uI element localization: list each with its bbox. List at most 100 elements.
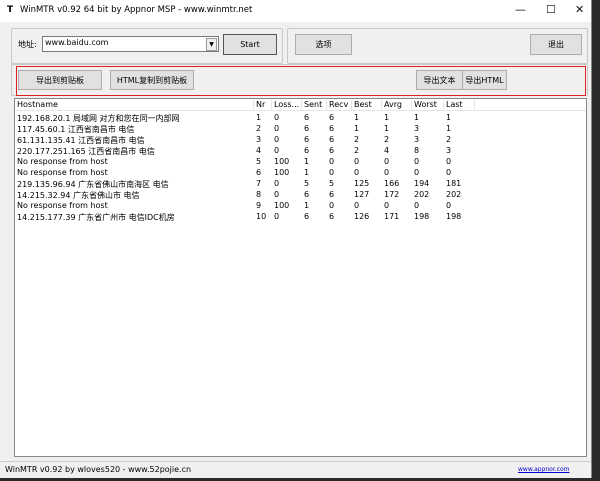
table-row[interactable]: 14.215.177.39 广东省广州市 电信IDC机房 10 0 6 6 126 171 1… (15, 211, 586, 222)
table-cell: 2 (446, 135, 452, 144)
highlight-box (16, 66, 586, 96)
table-cell: 8 (414, 146, 420, 155)
table-cell: 6 (329, 135, 335, 144)
table-cell: 6 (329, 124, 335, 133)
table-cell: 6 (304, 190, 310, 199)
table-cell: 1 (256, 113, 262, 122)
table-row[interactable]: 192.168.20.1 局域网 对方和您在同一内部网 1 0 6 6 1 1 1 1 (15, 112, 586, 123)
table-row[interactable]: No response from host 5 100 1 0 0 0 0 0 (15, 156, 586, 167)
table-cell: 3 (446, 146, 452, 155)
table-cell: 1 (384, 124, 390, 133)
table-cell: 0 (446, 168, 452, 177)
table-cell: 0 (274, 212, 280, 221)
table-cell: 6 (329, 212, 335, 221)
column-header-last[interactable]: Last (444, 100, 475, 110)
table-row[interactable]: No response from host 6 100 1 0 0 0 0 0 (15, 167, 586, 178)
table-cell: 0 (329, 157, 335, 166)
chevron-down-icon[interactable]: ▼ (206, 38, 217, 51)
exit-button[interactable]: 退出 (530, 34, 582, 55)
table-cell: 1 (304, 201, 310, 210)
column-header-worst[interactable]: Worst (412, 100, 444, 110)
table-cell: 2 (256, 124, 262, 133)
table-cell: 0 (446, 201, 452, 210)
table-cell: 0 (274, 179, 280, 188)
table-cell: 202 (414, 190, 430, 199)
table-cell: 171 (384, 212, 400, 221)
table-cell: 0 (414, 168, 420, 177)
column-header-loss[interactable]: Loss... (272, 100, 302, 110)
table-cell: 6 (304, 146, 310, 155)
status-text: WinMTR v0.92 by wloves520 - www.52pojie.… (5, 465, 192, 474)
table-cell: 1 (384, 113, 390, 122)
table-cell: 0 (274, 146, 280, 155)
minimize-button[interactable]: — (515, 3, 526, 16)
table-cell: 5 (256, 157, 262, 166)
table-cell: 6 (304, 212, 310, 221)
table-row[interactable]: 14.215.32.94 广东省佛山市 电信 8 0 6 6 127 172 202 202 (15, 189, 586, 200)
table-row[interactable]: 220.177.251.165 江西省南昌市 电信 4 0 6 6 2 4 8 3 (15, 145, 586, 156)
table-cell: 2 (354, 135, 360, 144)
table-cell: 0 (274, 124, 280, 133)
table-cell: 0 (274, 135, 280, 144)
close-button[interactable]: ✕ (575, 3, 584, 16)
table-cell: 4 (384, 146, 390, 155)
table-cell: 8 (256, 190, 262, 199)
trace-table[interactable]: Hostname Nr Loss... Sent Recv Best Avrg Worst La… (14, 98, 587, 457)
table-cell: No response from host (17, 157, 108, 166)
table-cell: 1 (304, 157, 310, 166)
table-cell: No response from host (17, 168, 108, 177)
appnor-link[interactable]: www.appnor.com (518, 466, 569, 473)
table-cell: 202 (446, 190, 462, 199)
table-cell: 1 (414, 113, 420, 122)
table-row[interactable]: No response from host 9 100 1 0 0 0 0 0 (15, 200, 586, 211)
column-header-sent[interactable]: Sent (302, 100, 327, 110)
table-cell: 0 (354, 157, 360, 166)
table-cell: 100 (274, 201, 290, 210)
table-cell: 6 (304, 124, 310, 133)
table-cell: 0 (329, 168, 335, 177)
app-icon: T (7, 5, 14, 15)
table-cell: 2 (384, 135, 390, 144)
table-cell: 6 (329, 190, 335, 199)
table-cell: 6 (304, 113, 310, 122)
table-cell: No response from host (17, 201, 108, 210)
address-combobox[interactable]: www.baidu.com ▼ (42, 36, 219, 52)
table-cell: 1 (354, 124, 360, 133)
table-cell: 7 (256, 179, 262, 188)
table-cell: 5 (304, 179, 310, 188)
table-cell: 0 (384, 201, 390, 210)
table-cell: 126 (354, 212, 370, 221)
table-header: Hostname Nr Loss... Sent Recv Best Avrg Worst La… (15, 99, 586, 111)
table-cell: 198 (446, 212, 462, 221)
table-cell: 6 (329, 146, 335, 155)
table-row[interactable]: 117.45.60.1 江西省南昌市 电信 2 0 6 6 1 1 3 1 (15, 123, 586, 134)
table-cell: 0 (274, 190, 280, 199)
table-cell: 0 (329, 201, 335, 210)
table-row[interactable]: 219.135.96.94 广东省佛山市南海区 电信 7 0 5 5 125 166 194 1… (15, 178, 586, 189)
table-cell: 0 (354, 201, 360, 210)
table-cell: 100 (274, 168, 290, 177)
table-cell: 0 (384, 168, 390, 177)
table-cell: 198 (414, 212, 430, 221)
table-cell: 166 (384, 179, 400, 188)
table-row[interactable]: 61.131.135.41 江西省南昌市 电信 3 0 6 6 2 2 3 2 (15, 134, 586, 145)
options-button[interactable]: 选项 (295, 34, 352, 55)
window-title: WinMTR v0.92 64 bit by Appnor MSP - www.… (20, 5, 253, 15)
table-cell: 0 (414, 201, 420, 210)
column-header-recv[interactable]: Recv (327, 100, 352, 110)
maximize-button[interactable]: ☐ (546, 3, 556, 16)
table-cell: 6 (329, 113, 335, 122)
column-header-nr[interactable]: Nr (254, 100, 272, 110)
table-cell: 9 (256, 201, 262, 210)
start-button[interactable]: Start (223, 34, 277, 55)
table-cell: 3 (414, 124, 420, 133)
table-cell: 127 (354, 190, 370, 199)
table-cell: 10 (256, 212, 267, 221)
column-header-avrg[interactable]: Avrg (382, 100, 412, 110)
column-header-hostname[interactable]: Hostname (15, 100, 254, 110)
status-bar: WinMTR v0.92 by wloves520 - www.52pojie.… (0, 461, 591, 479)
table-cell: 0 (274, 113, 280, 122)
table-cell: 14.215.177.39 广东省广州市 电信IDC机房 (17, 213, 175, 222)
table-cell: 4 (256, 146, 262, 155)
column-header-best[interactable]: Best (352, 100, 382, 110)
